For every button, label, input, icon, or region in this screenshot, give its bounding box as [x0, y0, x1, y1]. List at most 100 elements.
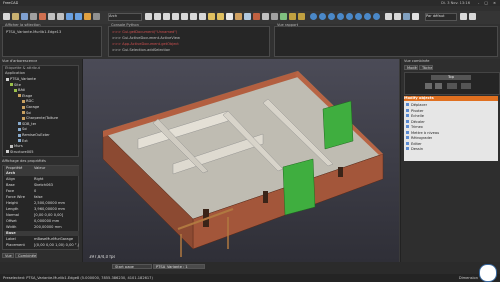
tree-item[interactable]: Site — [10, 83, 21, 88]
window-tool-icon[interactable] — [244, 13, 251, 20]
tab-combined[interactable]: Combinée — [15, 253, 37, 258]
3d-viewport[interactable]: 397,8/4,0 fps — [83, 59, 399, 262]
site-tool-icon[interactable] — [280, 13, 287, 20]
property-row[interactable]: Arch — [4, 171, 79, 177]
toggle-button-4[interactable] — [461, 83, 471, 89]
python-console[interactable]: Console Python >>> Gui.getDocument("Unna… — [108, 23, 270, 57]
tree-item[interactable]: Ext — [18, 139, 28, 144]
save-icon[interactable] — [21, 13, 28, 20]
line-tool-icon[interactable] — [145, 13, 152, 20]
tree-item[interactable]: RemiseOuExter — [18, 133, 50, 138]
property-row[interactable]: Base Sketch063 — [4, 183, 79, 188]
tab-model[interactable]: Modèle — [404, 65, 418, 70]
view-right-icon[interactable] — [346, 13, 353, 20]
property-row[interactable]: Base — [4, 231, 79, 237]
property-row[interactable]: Normal [0,00 0,00 0,00] — [4, 213, 79, 218]
working-plane-icon[interactable] — [412, 13, 419, 20]
tree-item[interactable]: Garage — [22, 105, 39, 110]
property-row[interactable]: Placement [(0,00 0,00 1,00) 0,00 °,(0,00.… — [4, 243, 79, 248]
tree-item[interactable]: Sol — [22, 111, 31, 116]
paste-icon[interactable] — [57, 13, 64, 20]
property-value[interactable]: [(0,00 0,00 1,00) 0,00 °,(0,00...] — [34, 243, 79, 248]
tree-item[interactable]: Sol — [18, 127, 27, 132]
open-folder-icon[interactable] — [12, 13, 19, 20]
task-item[interactable]: Pivoter — [406, 108, 424, 114]
task-item[interactable]: Trimex — [406, 125, 423, 130]
structure-tool-icon[interactable] — [235, 13, 242, 20]
property-row[interactable]: Align Right — [4, 177, 79, 182]
property-value[interactable]: 2,500,00000 mm — [34, 201, 65, 206]
view-top-icon[interactable] — [337, 13, 344, 20]
property-value[interactable]: Sketch063 — [34, 183, 53, 188]
cut-icon[interactable] — [39, 13, 46, 20]
property-row[interactable]: Height 2,500,00000 mm — [4, 201, 79, 206]
redo-icon[interactable] — [75, 13, 82, 20]
print-icon[interactable] — [30, 13, 37, 20]
workbench-selector[interactable]: Arch — [108, 13, 142, 21]
property-value[interactable]: [0,00 0,00 0,00] — [34, 213, 63, 218]
property-value[interactable]: 200,00000 mm — [34, 225, 62, 230]
tab-start-page[interactable]: Start page — [112, 264, 152, 269]
tree-item[interactable]: Murs — [10, 144, 23, 149]
task-item[interactable]: Dessin — [406, 147, 423, 152]
tree-item[interactable]: Charpente/Toiture — [22, 116, 58, 121]
text-tool-icon[interactable] — [208, 13, 215, 20]
floor-tool-icon[interactable] — [298, 13, 305, 20]
section-plane-icon[interactable] — [271, 13, 278, 20]
tree-item[interactable]: Bâti — [14, 88, 25, 93]
tree-item[interactable]: Étage — [18, 94, 32, 99]
task-item[interactable]: Échelle — [406, 114, 424, 119]
tab-view[interactable]: Vue — [2, 253, 14, 258]
tab-tasks[interactable]: Tâches — [419, 65, 433, 70]
house-model[interactable] — [83, 59, 399, 262]
property-row[interactable]: Offset 0,000000 mm — [4, 219, 79, 224]
view-left-icon[interactable] — [373, 13, 380, 20]
refresh-icon[interactable] — [84, 13, 91, 20]
help-icon[interactable] — [469, 13, 476, 20]
measure-icon[interactable] — [385, 13, 392, 20]
axis-tool-icon[interactable] — [262, 13, 269, 20]
bspline-tool-icon[interactable] — [199, 13, 206, 20]
arc-tool-icon[interactable] — [172, 13, 179, 20]
task-item[interactable]: Mettre à niveau — [406, 130, 439, 136]
property-row[interactable]: Length 3,960,00000 mm — [4, 207, 79, 212]
property-value[interactable]: false — [34, 195, 43, 200]
property-value[interactable]: 3,960,00000 mm — [34, 207, 65, 212]
view-mode-selector[interactable]: Par défaut — [425, 13, 457, 21]
wall-tool-icon[interactable] — [226, 13, 233, 20]
tree-item[interactable]: SDB_ter — [18, 122, 36, 127]
toggle-button-2[interactable] — [435, 83, 442, 89]
tree-item[interactable]: PTSA_Variante — [6, 77, 36, 82]
task-item[interactable]: Déplacer — [406, 103, 427, 108]
property-row[interactable]: Force Wire false — [4, 195, 79, 200]
rectangle-tool-icon[interactable] — [181, 13, 188, 20]
tree-view[interactable]: Étiquette & attribut Application PTSA_Va… — [2, 65, 79, 157]
macro-icon[interactable] — [460, 13, 467, 20]
copy-icon[interactable] — [48, 13, 55, 20]
window-controls[interactable]: – □ × — [478, 1, 499, 6]
snap-icon[interactable] — [394, 13, 401, 20]
new-document-icon[interactable] — [3, 13, 10, 20]
tree-item[interactable]: Structure005 — [6, 150, 34, 155]
view-rear-icon[interactable] — [355, 13, 362, 20]
property-value[interactable]: mBaseMurMurGarage — [34, 237, 73, 242]
property-editor[interactable]: Propriété Valeur Arch Align Right Base Sketc… — [2, 165, 79, 250]
undo-icon[interactable] — [66, 13, 73, 20]
pointer-icon[interactable] — [93, 13, 100, 20]
view-combo[interactable]: Top — [431, 75, 471, 80]
tree-item[interactable]: RDC — [22, 99, 34, 104]
grid-icon[interactable] — [403, 13, 410, 20]
circle-tool-icon[interactable] — [163, 13, 170, 20]
view-fit-icon[interactable] — [310, 13, 317, 20]
property-row[interactable]: Width 200,00000 mm — [4, 225, 79, 230]
view-front-icon[interactable] — [328, 13, 335, 20]
task-item[interactable]: Rétrograder — [406, 136, 432, 141]
polygon-tool-icon[interactable] — [190, 13, 197, 20]
property-value[interactable]: 0 — [34, 189, 36, 194]
task-item[interactable]: Éditer — [406, 141, 422, 147]
task-item[interactable]: Décaler — [406, 119, 425, 125]
dimension-tool-icon[interactable] — [217, 13, 224, 20]
toggle-button-1[interactable] — [425, 83, 432, 89]
property-value[interactable]: Right — [34, 177, 43, 182]
property-row[interactable]: Label mBaseMurMurGarage — [4, 237, 79, 242]
